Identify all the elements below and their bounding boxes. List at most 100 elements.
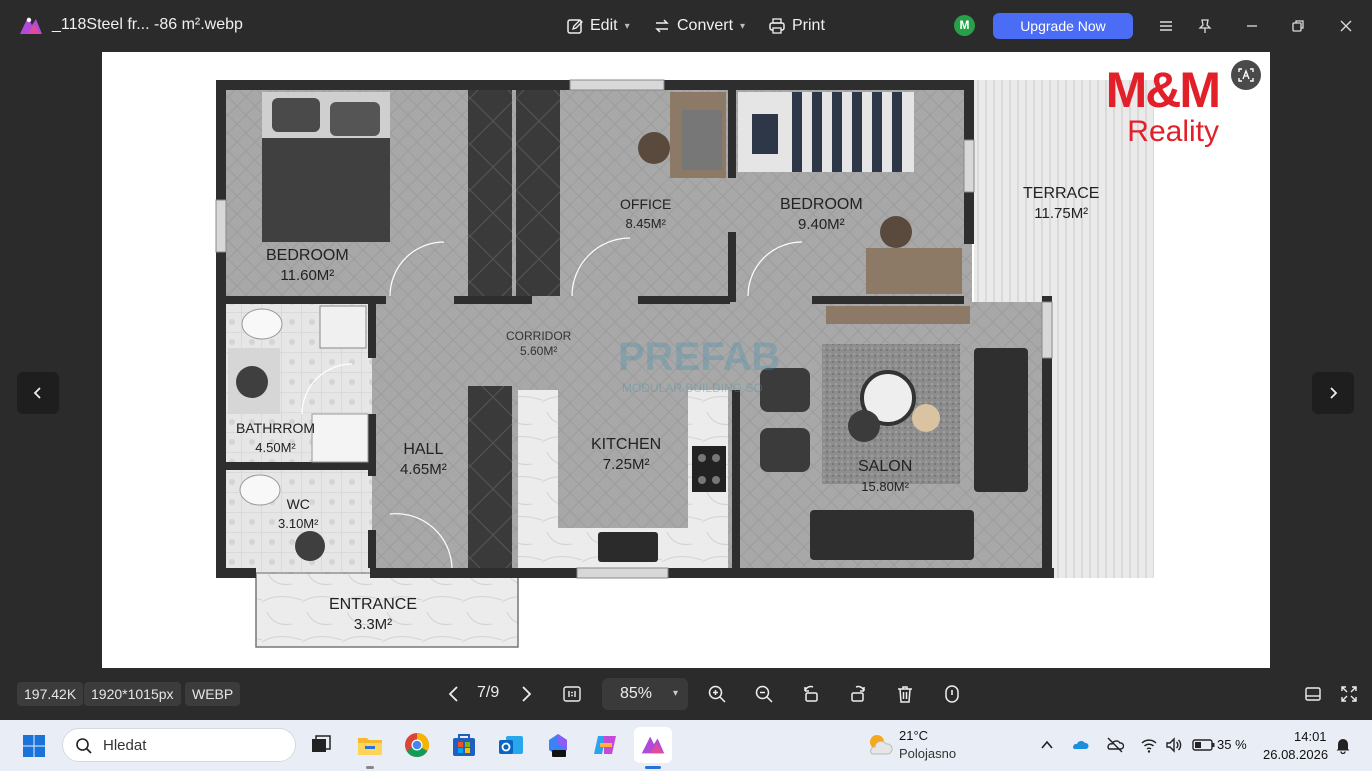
info-icon — [945, 685, 959, 703]
chevron-down-icon: ▾ — [624, 20, 630, 32]
onedrive-tray-icon[interactable] — [1071, 734, 1089, 756]
edit-icon — [567, 19, 583, 34]
room-label-bedroom-1: BEDROOM 11.60M² — [266, 246, 349, 286]
wifi-tray-icon[interactable] — [1140, 734, 1158, 756]
next-page-button[interactable] — [512, 680, 540, 708]
close-icon[interactable] — [1334, 14, 1358, 38]
copilot-icon[interactable] — [590, 730, 620, 760]
zoom-out-button[interactable] — [750, 680, 778, 708]
viewer-toolbar: 197.42K 1920*1015px WEBP 7/9 85% ▾ — [0, 668, 1372, 720]
clock-time[interactable]: 14:01 — [1294, 729, 1327, 744]
scan-text-icon — [1238, 68, 1254, 82]
user-avatar[interactable]: M — [954, 15, 975, 36]
room-area: 11.60M² — [280, 267, 335, 284]
notifications-button[interactable] — [1334, 734, 1352, 756]
text-recognition-button[interactable] — [1231, 60, 1261, 90]
upgrade-now-button[interactable]: Upgrade Now — [993, 13, 1133, 39]
watermark-text: PREFAB — [618, 335, 780, 379]
thumbnail-strip-button[interactable] — [1299, 680, 1327, 708]
rotate-right-icon — [851, 685, 865, 702]
room-label-bathroom: BATHRROM 4.50M² — [236, 418, 315, 458]
minimize-icon[interactable] — [1240, 14, 1264, 38]
pin-icon[interactable] — [1193, 14, 1217, 38]
chevron-down-icon: ▾ — [740, 20, 746, 32]
room-area: 3.10M² — [278, 516, 319, 531]
info-button[interactable] — [938, 680, 966, 708]
hamburger-menu-icon[interactable] — [1154, 14, 1178, 38]
room-name: KITCHEN — [591, 436, 662, 453]
room-name: HALL — [403, 441, 444, 458]
weather-icon[interactable] — [864, 730, 894, 760]
rotate-right-button[interactable] — [844, 680, 872, 708]
previous-image-button[interactable] — [17, 372, 59, 414]
room-name: BATHRROM — [236, 420, 316, 436]
chevron-right-icon — [1330, 387, 1338, 399]
show-hidden-icons-button[interactable] — [1038, 734, 1056, 756]
chevron-left-icon — [33, 387, 41, 399]
microsoft-365-icon[interactable] — [543, 730, 573, 760]
printer-icon — [769, 18, 785, 34]
title-bar: _118Steel fr... -86 m².webp Edit ▾ Conve… — [0, 0, 1372, 52]
app-logo-icon — [20, 17, 42, 34]
room-label-corridor: CORRIDOR 5.60M² — [506, 329, 571, 359]
vpn-off-tray-icon[interactable] — [1106, 734, 1124, 756]
photo-viewer-taskbar-item[interactable] — [634, 727, 672, 763]
room-area: 9.40M² — [797, 216, 845, 233]
battery-percentage: 35 % — [1217, 737, 1247, 752]
room-label-office: OFFICE 8.45M² — [620, 194, 671, 234]
battery-tray-icon[interactable] — [1192, 734, 1216, 756]
room-area: 4.65M² — [400, 461, 447, 478]
room-name: SALON — [858, 458, 913, 475]
search-icon — [76, 738, 92, 754]
dimensions-badge: 1920*1015px — [84, 682, 181, 706]
room-area: 15.80M² — [861, 479, 909, 494]
convert-icon — [655, 19, 669, 33]
convert-menu[interactable]: Convert ▾ — [653, 14, 745, 38]
rotate-left-icon — [804, 685, 818, 702]
zoom-in-button[interactable] — [703, 680, 731, 708]
file-explorer-icon[interactable] — [355, 730, 385, 760]
chevron-down-icon: ▾ — [672, 688, 678, 699]
next-image-button[interactable] — [1312, 372, 1354, 414]
room-area: 8.45M² — [625, 216, 666, 231]
outlook-icon[interactable] — [496, 730, 526, 760]
zoom-select[interactable]: 85% ▾ — [602, 678, 688, 710]
cloud-off-icon — [1107, 737, 1124, 753]
page-indicator: 7/9 — [477, 684, 500, 701]
actual-size-icon — [563, 686, 581, 702]
volume-tray-icon[interactable] — [1165, 734, 1183, 756]
search-placeholder: Hledat — [103, 737, 147, 754]
delete-button[interactable] — [891, 680, 919, 708]
room-name: CORRIDOR — [506, 329, 572, 343]
room-label-salon: SALON 15.80M² — [858, 457, 912, 497]
rotate-left-button[interactable] — [797, 680, 825, 708]
room-label-terrace: TERRACE 11.75M² — [1023, 184, 1099, 224]
wifi-icon — [1141, 739, 1157, 753]
windows-start-icon[interactable] — [22, 734, 46, 758]
print-button[interactable]: Print — [768, 14, 825, 38]
cloud-icon — [1073, 740, 1089, 749]
room-label-entrance: ENTRANCE 3.3M² — [329, 595, 417, 635]
fullscreen-button[interactable] — [1335, 680, 1363, 708]
room-area: 4.50M² — [255, 440, 296, 455]
zoom-value: 85% — [620, 685, 653, 702]
room-name: TERRACE — [1023, 185, 1100, 202]
file-size-badge: 197.42K — [17, 682, 84, 706]
active-indicator — [645, 766, 661, 769]
windows-taskbar: Hledat 21°C Polojasno 35 % 14:01 26.08.2… — [0, 720, 1372, 771]
room-name: OFFICE — [620, 196, 672, 212]
actual-size-button[interactable] — [558, 680, 586, 708]
previous-page-button[interactable] — [440, 680, 468, 708]
chevron-right-icon — [522, 686, 532, 702]
restore-icon[interactable] — [1286, 14, 1310, 38]
microsoft-store-icon[interactable] — [449, 730, 479, 760]
room-name: BEDROOM — [780, 196, 863, 213]
room-name: WC — [286, 496, 310, 512]
chrome-icon[interactable] — [402, 730, 432, 760]
weather-temperature: 21°C — [899, 728, 929, 743]
taskbar-search-input[interactable]: Hledat — [62, 728, 296, 762]
edit-menu[interactable]: Edit ▾ — [566, 14, 630, 38]
task-view-icon[interactable] — [306, 730, 336, 760]
clock-date[interactable]: 26.08.2026 — [1263, 747, 1328, 762]
room-area: 5.60M² — [519, 344, 558, 358]
